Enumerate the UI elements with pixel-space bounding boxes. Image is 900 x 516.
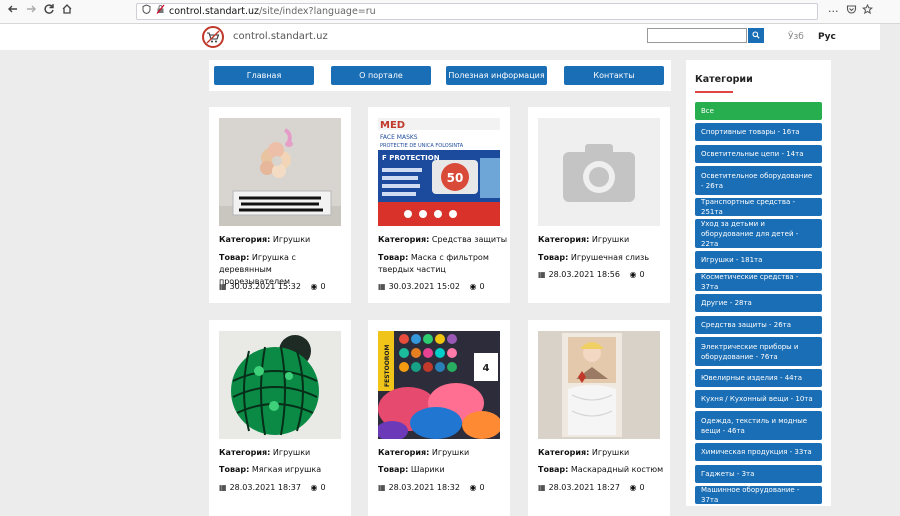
category-item[interactable]: Электрические приборы и оборудование - 7… xyxy=(695,337,822,366)
balloon-brand: FESTOOROM xyxy=(384,344,391,387)
product-card[interactable]: Категория: Игрушки Товар: Маскарадный ко… xyxy=(528,320,670,516)
product-name[interactable]: Товар: Шарики xyxy=(378,465,445,474)
eye-icon: ◉ xyxy=(629,270,637,279)
mask-line2: PROTECTIE DE UNICA FOLOSINTA xyxy=(380,143,464,149)
category-item[interactable]: Осветительные цепи - 14та xyxy=(695,145,822,163)
eye-icon: ◉ xyxy=(310,483,318,492)
nav-useful-info-button[interactable]: Полезная информация xyxy=(446,66,547,85)
product-card[interactable]: FESTOOROM 4 Категория: Игрушки Товар: Ша… xyxy=(368,320,510,516)
calendar-icon: ▦ xyxy=(219,483,227,492)
product-card[interactable]: Категория: Игрушки Товар: Мягкая игрушка… xyxy=(209,320,351,516)
nav-contacts-button[interactable]: Контакты xyxy=(564,66,664,85)
back-icon[interactable] xyxy=(4,3,22,21)
category-item[interactable]: Спортивные товары - 16та xyxy=(695,123,822,141)
shield-icon xyxy=(142,4,151,20)
product-category: Категория: Игрушки xyxy=(219,448,311,457)
pocket-icon[interactable] xyxy=(846,3,857,21)
calendar-icon: ▦ xyxy=(538,483,546,492)
calendar-icon: ▦ xyxy=(378,282,386,291)
product-meta: ▦ 30.03.2021 15:32 ◉ 0 xyxy=(219,282,326,291)
product-meta: ▦ 30.03.2021 15:02 ◉ 0 xyxy=(378,282,485,291)
category-item[interactable]: Осветительное оборудование - 26та xyxy=(695,166,822,195)
search-button[interactable] xyxy=(748,28,764,43)
category-item[interactable]: Другие - 28та xyxy=(695,294,822,312)
product-card[interactable]: Категория: Игрушки Товар: Игрушка с дере… xyxy=(209,107,351,303)
product-meta: ▦ 28.03.2021 18:56 ◉ 0 xyxy=(538,270,645,279)
mask-line3: F PROTECTION xyxy=(382,154,440,162)
category-all[interactable]: Все xyxy=(695,102,822,120)
product-image[interactable] xyxy=(538,331,660,439)
camera-placeholder-icon xyxy=(538,118,660,226)
product-meta: ▦ 28.03.2021 18:27 ◉ 0 xyxy=(538,483,645,492)
nav-home-button[interactable]: Главная xyxy=(214,66,314,85)
category-item[interactable]: Транспортные средства - 251та xyxy=(695,198,822,216)
category-item[interactable]: Химическая продукция - 33та xyxy=(695,443,822,461)
main-nav: Главная О портале Полезная информация Ко… xyxy=(209,60,671,91)
reload-icon[interactable] xyxy=(40,3,58,21)
category-item[interactable]: Уход за детьми и оборудование для детей … xyxy=(695,219,822,248)
sidebar-title: Категории xyxy=(695,74,753,85)
product-name[interactable]: Товар: Маскарадный костюм xyxy=(538,465,663,474)
mask-count: 50 xyxy=(447,171,464,185)
categories-sidebar: Категории Все Спортивные товары - 16та О… xyxy=(686,60,831,506)
product-card[interactable]: Категория: Игрушки Товар: Игрушечная сли… xyxy=(528,107,670,303)
forward-icon[interactable] xyxy=(22,3,40,21)
browser-toolbar: control.standart.uz/site/index?language=… xyxy=(0,0,900,24)
product-image[interactable]: MED FACE MASKS PROTECTIE DE UNICA FOLOSI… xyxy=(378,118,500,226)
category-item[interactable]: Одежда, текстиль и модные вещи - 46та xyxy=(695,411,822,440)
category-item[interactable]: Машинное оборудование - 37та xyxy=(695,486,822,504)
eye-icon: ◉ xyxy=(469,282,477,291)
eye-icon: ◉ xyxy=(469,483,477,492)
url-host: control.standart.uz xyxy=(169,6,259,17)
product-name[interactable]: Товар: Маска с фильтром твердых частиц xyxy=(378,252,504,276)
product-category: Категория: Игрушки xyxy=(219,235,311,244)
home-icon[interactable] xyxy=(58,3,76,21)
product-category: Категория: Игрушки xyxy=(378,448,470,457)
site-header: control.standart.uz Ўзб Рус xyxy=(0,24,880,50)
category-item[interactable]: Косметические средства - 37та xyxy=(695,273,822,291)
product-card[interactable]: MED FACE MASKS PROTECTIE DE UNICA FOLOSI… xyxy=(368,107,510,303)
mask-line1: FACE MASKS xyxy=(380,134,418,141)
search-icon xyxy=(752,31,760,39)
logo-icon[interactable] xyxy=(202,26,224,48)
calendar-icon: ▦ xyxy=(378,483,386,492)
search-input[interactable] xyxy=(647,28,747,43)
category-item[interactable]: Средства защиты - 26та xyxy=(695,316,822,334)
category-item[interactable]: Кухня / Кухонный вещи - 10та xyxy=(695,390,822,408)
title-underline xyxy=(695,91,733,93)
balloon-number: 4 xyxy=(483,363,490,374)
product-category: Категория: Игрушки xyxy=(538,235,630,244)
lang-uz-link[interactable]: Ўзб xyxy=(788,32,804,42)
site-name[interactable]: control.standart.uz xyxy=(233,31,328,42)
product-image[interactable] xyxy=(219,331,341,439)
url-path: /site/index?language=ru xyxy=(258,6,376,17)
product-meta: ▦ 28.03.2021 18:37 ◉ 0 xyxy=(219,483,326,492)
product-category: Категория: Игрушки xyxy=(538,448,630,457)
product-name[interactable]: Товар: Мягкая игрушка xyxy=(219,465,321,474)
lang-ru-link[interactable]: Рус xyxy=(818,32,836,42)
mask-brand: MED xyxy=(380,120,405,131)
product-image[interactable] xyxy=(538,118,660,226)
product-image[interactable]: FESTOOROM 4 xyxy=(378,331,500,439)
eye-icon: ◉ xyxy=(310,282,318,291)
category-item[interactable]: Игрушки - 181та xyxy=(695,251,822,269)
product-name[interactable]: Товар: Игрушечная слизь xyxy=(538,252,664,264)
bookmark-star-icon[interactable] xyxy=(861,3,874,21)
eye-icon: ◉ xyxy=(629,483,637,492)
calendar-icon: ▦ xyxy=(219,282,227,291)
insecure-lock-icon xyxy=(156,4,165,20)
url-bar[interactable]: control.standart.uz/site/index?language=… xyxy=(136,3,818,20)
category-item[interactable]: Гаджеты - 3та xyxy=(695,465,822,483)
nav-about-button[interactable]: О портале xyxy=(331,66,431,85)
product-meta: ▦ 28.03.2021 18:32 ◉ 0 xyxy=(378,483,485,492)
calendar-icon: ▦ xyxy=(538,270,546,279)
category-item[interactable]: Ювелирные изделия - 44та xyxy=(695,369,822,387)
more-icon[interactable]: ··· xyxy=(828,3,839,21)
product-category: Категория: Средства защиты xyxy=(378,235,508,244)
product-image[interactable] xyxy=(219,118,341,226)
